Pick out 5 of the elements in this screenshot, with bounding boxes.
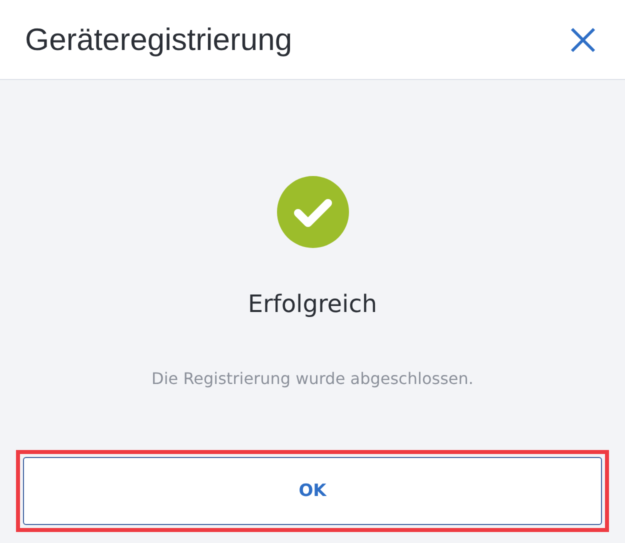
result-heading: Erfolgreich	[248, 289, 378, 319]
close-icon[interactable]	[570, 26, 596, 52]
result-message: Die Registrierung wurde abgeschlossen.	[152, 368, 474, 390]
ok-button[interactable]: OK	[23, 457, 602, 525]
dialog-title: Geräteregistrierung	[25, 22, 292, 58]
